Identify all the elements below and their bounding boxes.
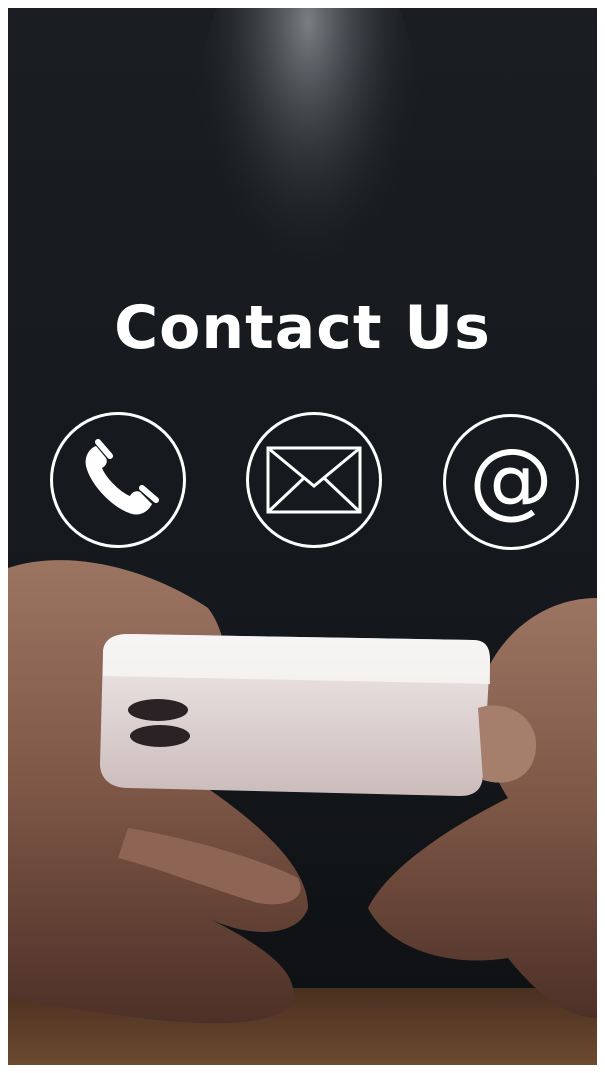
phone-icon bbox=[85, 439, 159, 515]
phone-contact-button[interactable] bbox=[50, 412, 186, 548]
at-sign-icon: @ bbox=[469, 430, 553, 528]
envelope-icon bbox=[266, 446, 362, 514]
page-title: Contact Us bbox=[114, 293, 491, 363]
web-contact-button[interactable]: @ bbox=[443, 414, 579, 550]
contact-us-image: Contact Us @ bbox=[8, 8, 597, 1065]
email-contact-button[interactable] bbox=[246, 412, 382, 548]
